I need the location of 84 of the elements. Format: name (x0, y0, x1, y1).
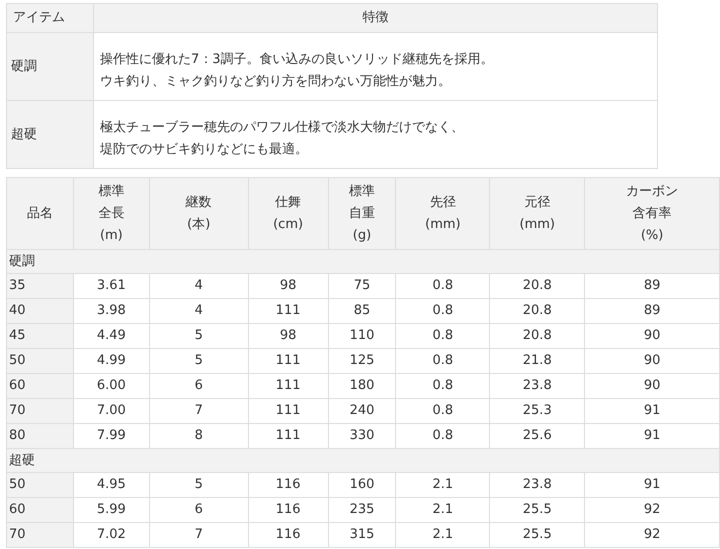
table-cell: 125 (328, 348, 396, 374)
table-cell: 50 (6, 348, 74, 374)
table-cell: 60 (6, 374, 74, 398)
table-cell: 98 (248, 324, 328, 348)
table-cell: 6 (149, 374, 248, 398)
table-cell: 6.00 (73, 374, 150, 398)
table-cell: 0.8 (396, 298, 490, 324)
table-cell: 20.8 (490, 274, 585, 298)
group-header-cell: 超硬 (6, 448, 720, 472)
table-cell: 70 (6, 522, 74, 548)
table-cell: 23.8 (490, 472, 585, 498)
table-cell: 160 (328, 472, 396, 498)
table-header-cell: 特徴 (94, 4, 658, 32)
table-cell: 111 (248, 348, 328, 374)
table-cell: 5 (149, 324, 248, 348)
table-cell: 5 (149, 472, 248, 498)
table-cell: 25.5 (490, 498, 585, 522)
table-cell: 0.8 (396, 348, 490, 374)
table-cell: 110 (328, 324, 396, 348)
table-cell: 硬調 (6, 32, 94, 100)
table-header-cell: 品名 (6, 178, 74, 250)
table-cell: 2.1 (396, 522, 490, 548)
table-cell: 89 (584, 298, 720, 324)
table-cell: 7 (149, 398, 248, 424)
table-cell: 4 (149, 298, 248, 324)
table-cell: 2.1 (396, 498, 490, 522)
description-text: 操作性に優れた7：3調子。食い込みの良いソリッド継穂先を採用。 (100, 50, 494, 68)
table-cell: 0.8 (396, 374, 490, 398)
table-cell: 60 (6, 498, 74, 522)
table-cell: 91 (584, 472, 720, 498)
table-cell: 90 (584, 324, 720, 348)
table-cell: 25.3 (490, 398, 585, 424)
table-cell: 5.99 (73, 498, 150, 522)
table-cell: 240 (328, 398, 396, 424)
table-cell: 235 (328, 498, 396, 522)
table-cell: 20.8 (490, 324, 585, 348)
description-text: 極太チューブラー穂先のパワフル仕様で淡水大物だけでなく、 (100, 118, 464, 136)
table-cell: 80 (6, 424, 74, 448)
table-cell: 25.5 (490, 522, 585, 548)
table-cell: 89 (584, 274, 720, 298)
table-cell: 4.49 (73, 324, 150, 348)
table-cell: 111 (248, 398, 328, 424)
table-cell: 98 (248, 274, 328, 298)
table-cell: 4.95 (73, 472, 150, 498)
table-cell: 3.98 (73, 298, 150, 324)
table-cell: 111 (248, 298, 328, 324)
table-cell: 90 (584, 374, 720, 398)
table-cell: 23.8 (490, 374, 585, 398)
table-cell: 90 (584, 348, 720, 374)
table-cell: 92 (584, 522, 720, 548)
table-cell: 116 (248, 498, 328, 522)
table-cell: 5 (149, 348, 248, 374)
table-cell: 116 (248, 522, 328, 548)
table-cell: 40 (6, 298, 74, 324)
table-cell: 116 (248, 472, 328, 498)
description-text: ウキ釣り、ミャク釣りなど釣り方を問わない万能性が魅力。 (100, 72, 451, 90)
table-cell: 45 (6, 324, 74, 348)
table-cell: 180 (328, 374, 396, 398)
table-cell: 6 (149, 498, 248, 522)
table-cell: 7.00 (73, 398, 150, 424)
table-cell: 50 (6, 472, 74, 498)
table-cell: 21.8 (490, 348, 585, 374)
table-cell: 111 (248, 374, 328, 398)
table-cell: 85 (328, 298, 396, 324)
table-cell: 315 (328, 522, 396, 548)
table-cell: 4.99 (73, 348, 150, 374)
table-cell: 92 (584, 498, 720, 522)
table-cell: 35 (6, 274, 74, 298)
table-cell: 0.8 (396, 324, 490, 348)
table-cell: 20.8 (490, 298, 585, 324)
table-cell: 3.61 (73, 274, 150, 298)
group-header-cell: 硬調 (6, 250, 720, 274)
table-cell: 75 (328, 274, 396, 298)
table-cell: 91 (584, 398, 720, 424)
table-cell: 2.1 (396, 472, 490, 498)
table-header-cell: アイテム (6, 4, 94, 32)
table-cell: 0.8 (396, 398, 490, 424)
table-cell: 7.02 (73, 522, 150, 548)
table-cell: 70 (6, 398, 74, 424)
table-cell: 超硬 (6, 100, 94, 168)
table-cell: 4 (149, 274, 248, 298)
table-cell: 7 (149, 522, 248, 548)
description-text: 堤防でのサビキ釣りなどにも最適。 (100, 140, 308, 158)
table-cell: 0.8 (396, 274, 490, 298)
